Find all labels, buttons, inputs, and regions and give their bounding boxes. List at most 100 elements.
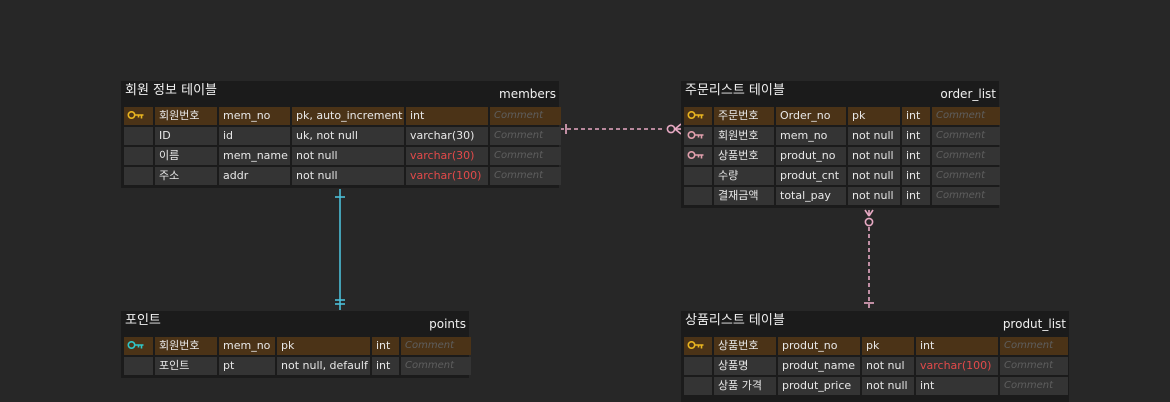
row-label: 회원번호 bbox=[714, 127, 774, 145]
row-constraint: pk bbox=[862, 337, 914, 355]
row-type: varchar(30) bbox=[406, 127, 488, 145]
table-row[interactable]: 상품명 produt_name not nul varchar(100) Com… bbox=[684, 357, 1068, 375]
row-comment[interactable]: Comment bbox=[490, 147, 561, 165]
row-label: 이름 bbox=[155, 147, 217, 165]
row-comment[interactable]: Comment bbox=[1000, 357, 1068, 375]
table-id: produt_list bbox=[1002, 317, 1066, 331]
table-row[interactable]: 상품 가격 produt_price not null int Comment bbox=[684, 377, 1068, 395]
row-comment[interactable]: Comment bbox=[932, 167, 1000, 185]
row-comment[interactable]: Comment bbox=[401, 337, 471, 355]
row-comment[interactable]: Comment bbox=[932, 107, 1000, 125]
row-comment[interactable]: Comment bbox=[490, 127, 561, 145]
row-type: int bbox=[916, 337, 998, 355]
key-cell-empty bbox=[124, 167, 153, 185]
produt-list-table-header[interactable]: 상품리스트 테이블 produt_list bbox=[681, 311, 1069, 336]
row-label: 주소 bbox=[155, 167, 217, 185]
row-column: mem_name bbox=[219, 147, 290, 165]
table-row[interactable]: 주문번호 Order_no pk int Comment bbox=[684, 107, 1000, 125]
row-label: 포인트 bbox=[155, 357, 217, 375]
row-column: produt_no bbox=[776, 147, 846, 165]
table-title: 포인트 bbox=[125, 313, 161, 328]
row-comment[interactable]: Comment bbox=[1000, 377, 1068, 395]
key-cell-empty bbox=[124, 127, 153, 145]
relation-order-list-produt-list bbox=[864, 209, 874, 310]
table-id: order_list bbox=[940, 87, 996, 101]
row-comment[interactable]: Comment bbox=[490, 107, 561, 125]
fk-key-icon bbox=[684, 147, 712, 165]
row-type: varchar(30) bbox=[406, 147, 488, 165]
row-column: mem_no bbox=[776, 127, 846, 145]
row-type: int bbox=[902, 167, 930, 185]
row-label: 회원번호 bbox=[155, 107, 217, 125]
row-label: 결재금액 bbox=[714, 187, 774, 205]
row-label: 회원번호 bbox=[155, 337, 217, 355]
table-title: 상품리스트 테이블 bbox=[685, 313, 785, 328]
pk-key-icon bbox=[684, 337, 712, 355]
table-id: points bbox=[429, 317, 466, 331]
row-constraint: not null bbox=[292, 167, 404, 185]
key-cell-empty bbox=[684, 187, 712, 205]
table-row[interactable]: ID id uk, not null varchar(30) Comment bbox=[124, 127, 561, 145]
table-row[interactable]: 상품번호 produt_no not null int Comment bbox=[684, 147, 1000, 165]
row-constraint: not null bbox=[848, 167, 900, 185]
row-label: 상품 가격 bbox=[714, 377, 776, 395]
order-list-table-header[interactable]: 주문리스트 테이블 order_list bbox=[681, 81, 999, 106]
row-comment[interactable]: Comment bbox=[932, 147, 1000, 165]
row-constraint: uk, not null bbox=[292, 127, 404, 145]
row-comment[interactable]: Comment bbox=[401, 357, 471, 375]
row-comment[interactable]: Comment bbox=[490, 167, 561, 185]
order-list-table[interactable]: 주문리스트 테이블 order_list 주문번호 Order_no pk in… bbox=[681, 81, 1000, 208]
row-column: addr bbox=[219, 167, 290, 185]
row-column: produt_cnt bbox=[776, 167, 846, 185]
row-type: int bbox=[902, 187, 930, 205]
row-column: Order_no bbox=[776, 107, 846, 125]
row-column: mem_no bbox=[219, 337, 275, 355]
row-type: varchar(100) bbox=[406, 167, 488, 185]
points-key-icon bbox=[124, 337, 153, 355]
key-cell-empty bbox=[684, 377, 712, 395]
members-table-header[interactable]: 회원 정보 테이블 members bbox=[121, 81, 559, 106]
row-comment[interactable]: Comment bbox=[932, 127, 1000, 145]
table-row[interactable]: 포인트 pt not null, defaulf int Comment bbox=[124, 357, 471, 375]
fk-key-icon bbox=[684, 127, 712, 145]
row-constraint: not null bbox=[292, 147, 404, 165]
table-row[interactable]: 회원번호 mem_no pk, auto_increment int Comme… bbox=[124, 107, 561, 125]
row-constraint: not nul bbox=[862, 357, 914, 375]
row-constraint: not null bbox=[862, 377, 914, 395]
row-column: pt bbox=[219, 357, 275, 375]
row-type: int bbox=[902, 127, 930, 145]
row-label: 주문번호 bbox=[714, 107, 774, 125]
table-row[interactable]: 회원번호 mem_no pk int Comment bbox=[124, 337, 471, 355]
table-row[interactable]: 주소 addr not null varchar(100) Comment bbox=[124, 167, 561, 185]
table-id: members bbox=[499, 87, 556, 101]
pk-key-icon bbox=[684, 107, 712, 125]
row-comment[interactable]: Comment bbox=[1000, 337, 1068, 355]
row-column: produt_price bbox=[778, 377, 860, 395]
points-table[interactable]: 포인트 points 회원번호 mem_no pk int Comment 포인… bbox=[121, 311, 471, 378]
members-table[interactable]: 회원 정보 테이블 members 회원번호 mem_no pk, auto_i… bbox=[121, 81, 561, 188]
key-cell-empty bbox=[684, 357, 712, 375]
row-constraint: pk bbox=[277, 337, 370, 355]
relation-members-points bbox=[335, 189, 345, 310]
table-row[interactable]: 상품번호 produt_no pk int Comment bbox=[684, 337, 1068, 355]
row-label: 상품번호 bbox=[714, 337, 776, 355]
table-row[interactable]: 결재금액 total_pay not null int Comment bbox=[684, 187, 1000, 205]
points-table-header[interactable]: 포인트 points bbox=[121, 311, 469, 336]
relation-members-order-list bbox=[560, 123, 682, 135]
row-comment[interactable]: Comment bbox=[932, 187, 1000, 205]
row-type: int bbox=[902, 107, 930, 125]
row-column: produt_name bbox=[778, 357, 860, 375]
table-title: 주문리스트 테이블 bbox=[685, 83, 785, 98]
table-row[interactable]: 이름 mem_name not null varchar(30) Comment bbox=[124, 147, 561, 165]
produt-list-table[interactable]: 상품리스트 테이블 produt_list 상품번호 produt_no pk … bbox=[681, 311, 1069, 402]
row-constraint: pk bbox=[848, 107, 900, 125]
row-constraint: not null, defaulf bbox=[277, 357, 370, 375]
row-label: 상품번호 bbox=[714, 147, 774, 165]
key-cell-empty bbox=[124, 147, 153, 165]
row-type: int bbox=[372, 357, 399, 375]
row-column: mem_no bbox=[219, 107, 290, 125]
row-constraint: not null bbox=[848, 187, 900, 205]
table-row[interactable]: 수량 produt_cnt not null int Comment bbox=[684, 167, 1000, 185]
table-row[interactable]: 회원번호 mem_no not null int Comment bbox=[684, 127, 1000, 145]
row-constraint: not null bbox=[848, 147, 900, 165]
